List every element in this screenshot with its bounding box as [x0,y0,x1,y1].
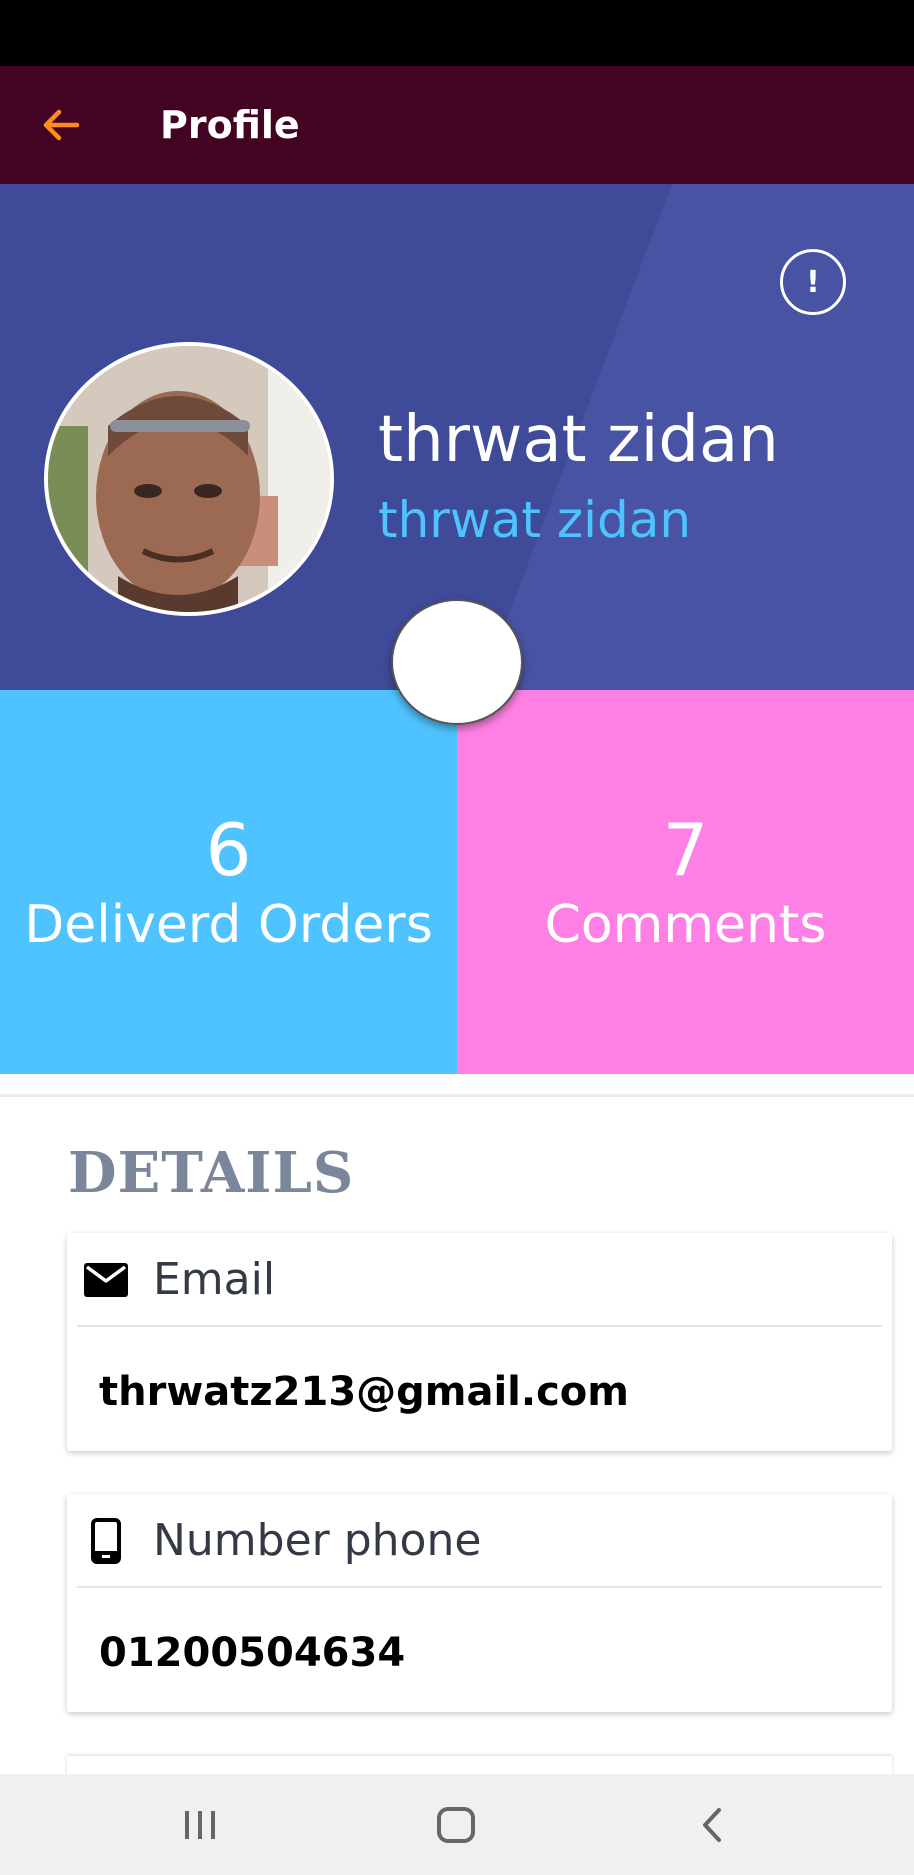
stats-row: 6 Deliverd Orders 7 Comments [0,690,914,1074]
profile-name: thrwat zidan [378,403,779,477]
email-value: thrwatz213@gmail.com [99,1369,629,1415]
arrow-left-icon [43,109,80,141]
app-bar: Profile [0,66,914,184]
divider [0,1094,914,1097]
phone-label: Number phone [153,1515,482,1566]
home-button[interactable] [426,1800,486,1850]
back-button[interactable] [36,100,86,150]
details-heading: DETAILS [68,1140,355,1206]
phone-icon [81,1516,131,1566]
email-label: Email [153,1254,276,1305]
page-title: Profile [160,103,300,147]
email-card: Email thrwatz213@gmail.com [67,1233,892,1451]
card-divider [77,1325,882,1327]
card-divider [77,1586,882,1588]
back-nav-button[interactable] [682,1800,742,1850]
avatar-photo [48,346,330,612]
card-header: Email [67,1233,892,1325]
back-chevron-icon [703,1808,721,1842]
info-icon: ! [806,264,820,300]
stat-delivered-orders: 6 Deliverd Orders [0,690,457,1074]
stat-value: 6 [205,808,252,892]
mail-icon [81,1255,131,1305]
card-header: Number phone [67,1494,892,1586]
stat-value: 7 [662,808,709,892]
stat-label: Deliverd Orders [24,895,433,955]
recents-icon [185,1811,215,1839]
recents-button[interactable] [170,1800,230,1850]
stat-comments: 7 Comments [457,690,914,1074]
floating-action-button[interactable] [391,599,523,725]
home-icon [437,1807,475,1843]
avatar [44,342,334,616]
phone-card: Number phone 01200504634 [67,1494,892,1712]
stat-label: Comments [544,895,827,955]
status-bar [0,0,914,66]
system-nav-bar [0,1774,914,1875]
phone-value: 01200504634 [99,1630,406,1676]
info-button[interactable]: ! [780,249,846,315]
profile-username: thrwat zidan [378,491,692,549]
